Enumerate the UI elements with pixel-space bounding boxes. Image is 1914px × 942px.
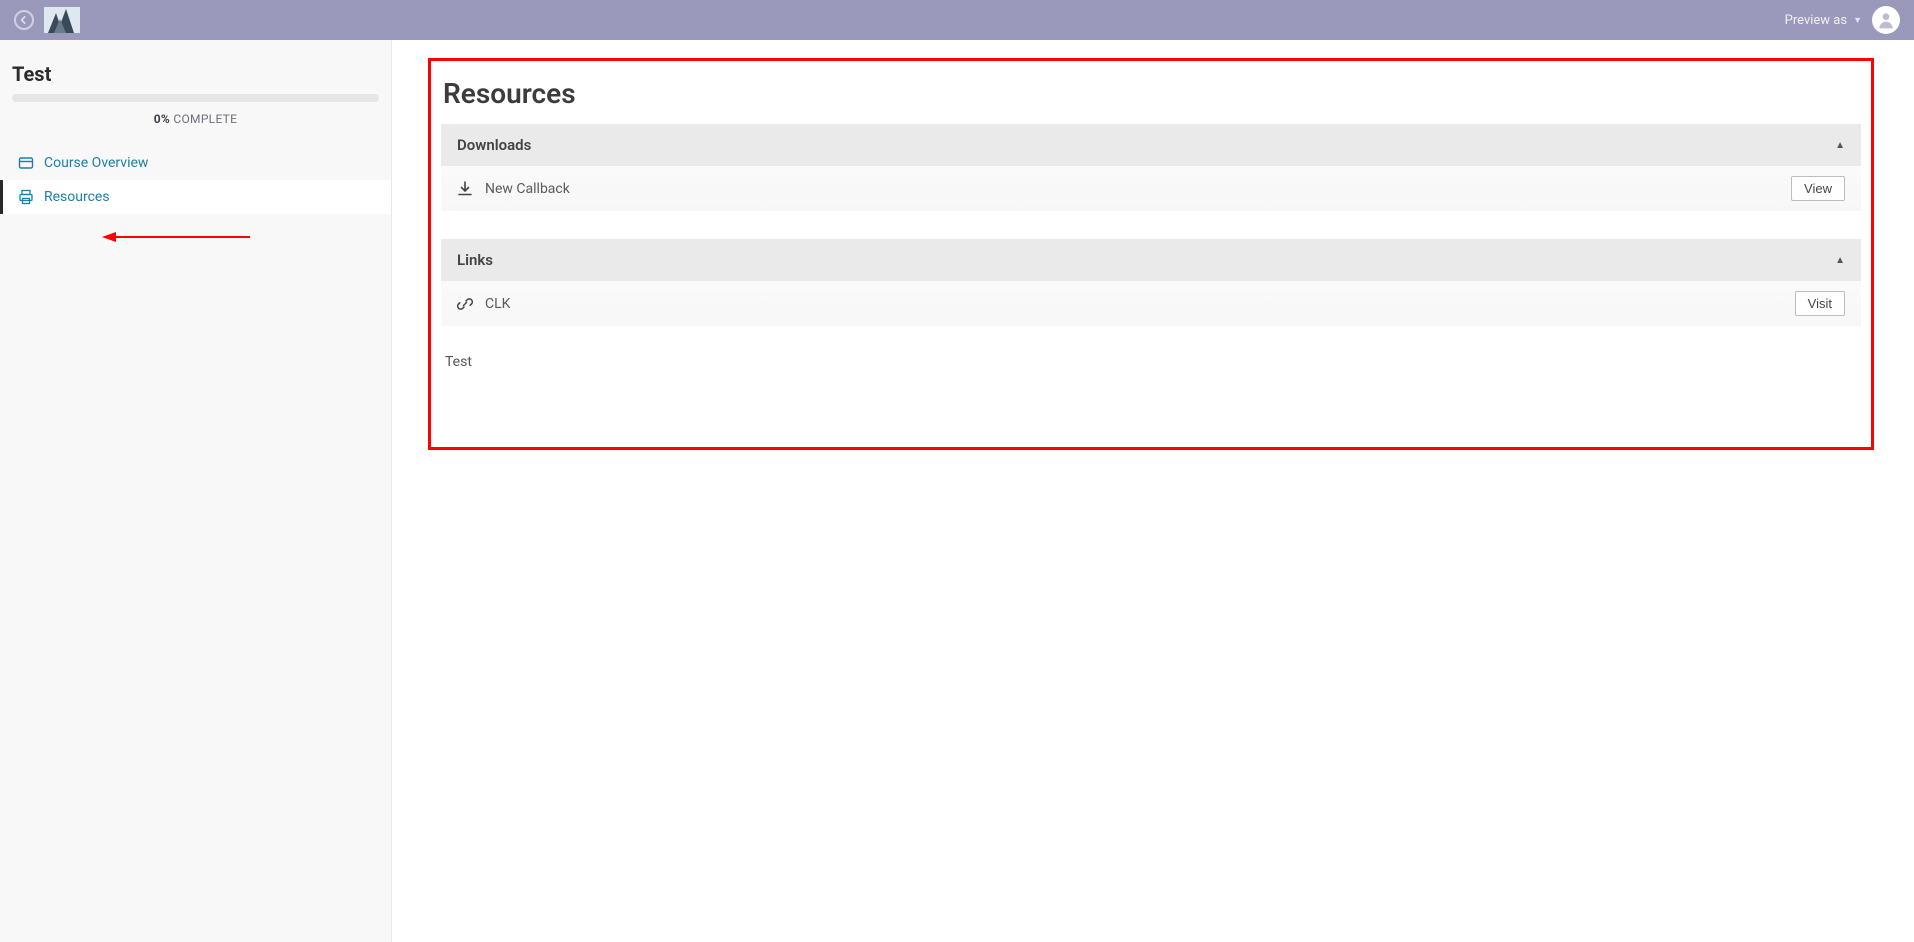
course-title: Test <box>0 40 391 94</box>
annotation-arrow <box>100 230 250 250</box>
link-icon <box>457 296 473 312</box>
page-title: Resources <box>441 77 1861 124</box>
progress-percent: 0% <box>154 112 170 126</box>
sidebar-item-label: Resources <box>44 189 110 205</box>
sidebar-item-course-overview[interactable]: Course Overview <box>0 146 391 180</box>
row-left: CLK <box>457 296 510 312</box>
nav-list: Course Overview Resources <box>0 146 391 214</box>
logo[interactable] <box>44 7 80 33</box>
print-icon <box>18 189 34 205</box>
link-item-label: CLK <box>485 296 510 312</box>
avatar[interactable] <box>1872 6 1900 34</box>
card-icon <box>18 155 34 171</box>
section-heading: Downloads <box>457 136 531 154</box>
download-icon <box>457 181 473 197</box>
section-header-links[interactable]: Links ▲ <box>441 239 1861 281</box>
chevron-up-icon: ▲ <box>1835 140 1845 151</box>
layout: Test 0% COMPLETE Course Overview Resourc… <box>0 40 1914 942</box>
download-row: New Callback View <box>441 166 1861 211</box>
visit-button[interactable]: Visit <box>1795 291 1845 316</box>
chevron-down-icon: ▼ <box>1853 15 1862 26</box>
progress-wrap: 0% COMPLETE <box>0 94 391 146</box>
preview-as-label: Preview as <box>1785 13 1847 28</box>
chevron-up-icon: ▲ <box>1835 255 1845 266</box>
link-row: CLK Visit <box>441 281 1861 326</box>
back-button[interactable] <box>14 10 34 30</box>
sidebar-item-resources[interactable]: Resources <box>0 180 391 214</box>
progress-bar <box>12 94 379 102</box>
body-text: Test <box>441 354 1861 370</box>
progress-suffix: COMPLETE <box>170 112 237 126</box>
sidebar: Test 0% COMPLETE Course Overview Resourc… <box>0 40 392 942</box>
section-links: Links ▲ CLK Visit <box>441 239 1861 326</box>
view-button[interactable]: View <box>1791 176 1845 201</box>
sidebar-item-label: Course Overview <box>44 155 148 171</box>
section-downloads: Downloads ▲ New Callback View <box>441 124 1861 211</box>
topbar-left <box>14 7 80 33</box>
topbar: Preview as ▼ <box>0 0 1914 40</box>
main: Resources Downloads ▲ New Callback View <box>392 40 1914 942</box>
topbar-right: Preview as ▼ <box>1785 6 1900 34</box>
content-card: Resources Downloads ▲ New Callback View <box>428 58 1874 450</box>
download-item-label: New Callback <box>485 181 570 197</box>
row-left: New Callback <box>457 181 570 197</box>
section-header-downloads[interactable]: Downloads ▲ <box>441 124 1861 166</box>
progress-text: 0% COMPLETE <box>12 102 379 140</box>
section-heading: Links <box>457 251 493 269</box>
preview-as-dropdown[interactable]: Preview as ▼ <box>1785 13 1862 28</box>
